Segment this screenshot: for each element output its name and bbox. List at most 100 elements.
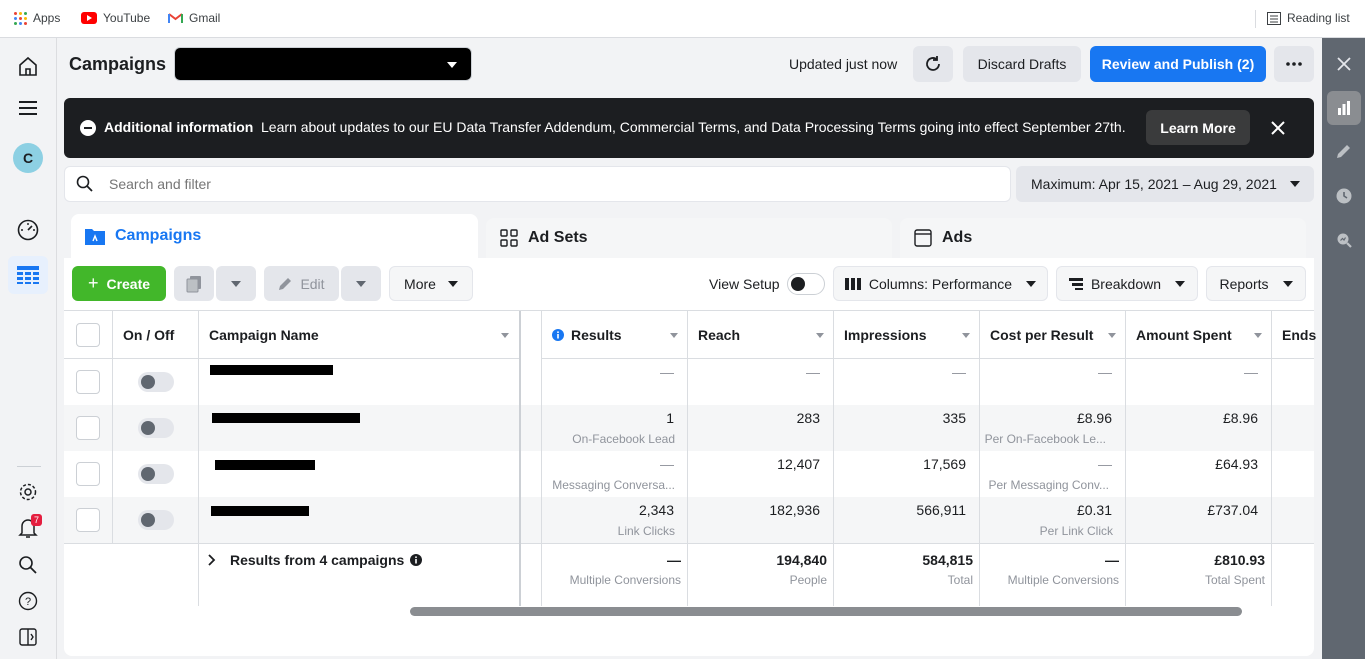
reading-list-label: Reading list <box>1287 11 1350 25</box>
edit-dropdown[interactable] <box>341 266 381 301</box>
divider <box>64 543 1314 544</box>
breakdown-label: Breakdown <box>1090 275 1162 292</box>
duplicate-dropdown[interactable] <box>216 266 256 301</box>
pencil-icon[interactable] <box>1328 135 1360 167</box>
date-range-label: Maximum: Apr 15, 2021 – Aug 29, 2021 <box>1031 176 1277 192</box>
more-button[interactable]: More <box>389 266 473 301</box>
columns-label: Columns: Performance <box>868 275 1013 292</box>
header-campaign-name-label: Campaign Name <box>209 326 319 343</box>
view-setup-toggle[interactable] <box>787 273 825 295</box>
inspect-icon[interactable] <box>1328 224 1360 256</box>
redacted-campaign-name[interactable] <box>211 506 309 516</box>
summary-cost-per-result: — <box>1105 552 1119 568</box>
reading-list-button[interactable]: Reading list <box>1267 11 1350 25</box>
select-all-checkbox[interactable] <box>76 322 100 347</box>
breakdown-button[interactable]: Breakdown <box>1056 266 1198 301</box>
cell-results-sub: Messaging Conversa... <box>552 478 675 492</box>
duplicate-button[interactable] <box>174 266 214 301</box>
cell-impressions: 566,911 <box>916 502 966 518</box>
summary-label: Results from 4 campaigns <box>230 552 405 568</box>
row-checkbox[interactable] <box>76 416 100 440</box>
redacted-campaign-name[interactable] <box>212 413 360 423</box>
header-onoff-label: On / Off <box>123 326 175 343</box>
header-campaign-name[interactable]: Campaign Name <box>199 311 519 359</box>
chevron-down-icon <box>1026 280 1037 287</box>
row-checkbox[interactable] <box>76 462 100 486</box>
chart-icon[interactable] <box>1327 91 1361 125</box>
search-icon[interactable] <box>14 551 42 579</box>
campaign-toggle[interactable] <box>138 372 174 392</box>
header-impressions[interactable]: Impressions <box>834 311 980 359</box>
close-icon[interactable] <box>1271 121 1285 135</box>
ads-manager-nav-item[interactable] <box>8 256 48 294</box>
menu-icon[interactable] <box>14 94 42 122</box>
header-amount-spent[interactable]: Amount Spent <box>1126 311 1272 359</box>
header-results[interactable]: Results <box>542 311 688 359</box>
learn-more-button[interactable]: Learn More <box>1146 110 1250 145</box>
cell-impressions: 335 <box>942 410 966 426</box>
bookmark-youtube[interactable]: YouTube <box>81 11 150 25</box>
reports-label: Reports <box>1219 275 1269 292</box>
cell-results-sub: On-Facebook Lead <box>572 432 675 446</box>
right-side-panel <box>1322 38 1365 659</box>
chevron-down-icon <box>1282 280 1293 287</box>
bookmark-gmail-label: Gmail <box>189 11 221 25</box>
tab-campaigns[interactable]: Campaigns <box>71 214 478 258</box>
redacted-campaign-name[interactable] <box>215 460 315 470</box>
info-icon <box>552 328 564 341</box>
summary-row-toggle[interactable]: Results from 4 campaigns <box>208 552 423 568</box>
cell-cost-per-result-sub: Per Link Click <box>1039 524 1113 538</box>
cell-amount-spent: £737.04 <box>1207 502 1258 518</box>
campaign-toggle[interactable] <box>138 418 174 438</box>
report-problem-icon[interactable] <box>14 623 42 651</box>
search-bar[interactable] <box>64 166 1011 202</box>
account-selector[interactable] <box>174 47 472 81</box>
more-options-button[interactable] <box>1274 46 1314 82</box>
chevron-right-icon <box>208 554 216 566</box>
cell-results: — <box>660 456 674 472</box>
bookmark-youtube-label: YouTube <box>103 11 151 25</box>
summary-reach-sub: People <box>789 573 827 587</box>
bookmark-apps[interactable]: Apps <box>14 11 60 25</box>
header-amount-spent-label: Amount Spent <box>1136 326 1232 343</box>
bookmark-gmail[interactable]: Gmail <box>168 11 220 25</box>
info-banner: Additional information Learn about updat… <box>64 98 1314 158</box>
date-range-selector[interactable]: Maximum: Apr 15, 2021 – Aug 29, 2021 <box>1016 166 1314 202</box>
youtube-icon <box>81 12 97 24</box>
avatar[interactable]: C <box>13 143 43 173</box>
search-icon <box>76 175 93 192</box>
page-title: Campaigns <box>69 54 167 74</box>
home-icon[interactable] <box>14 52 42 80</box>
close-panel-icon[interactable] <box>1328 48 1360 80</box>
search-input[interactable] <box>109 173 989 195</box>
plus-icon: + <box>87 273 99 293</box>
create-button[interactable]: + Create <box>72 266 166 301</box>
columns-button[interactable]: Columns: Performance <box>833 266 1048 301</box>
tab-adsets[interactable]: Ad Sets <box>486 218 892 258</box>
cell-cost-per-result-sub: Per Messaging Conv... <box>988 478 1110 492</box>
refresh-button[interactable] <box>913 46 953 82</box>
reports-button[interactable]: Reports <box>1206 266 1306 301</box>
row-checkbox[interactable] <box>76 508 100 532</box>
sort-icon <box>501 333 509 338</box>
header-cost-per-result[interactable]: Cost per Result <box>980 311 1126 359</box>
discard-drafts-button[interactable]: Discard Drafts <box>963 46 1081 82</box>
sort-icon <box>670 333 678 338</box>
header-ends[interactable]: Ends <box>1272 311 1316 359</box>
campaign-toggle[interactable] <box>138 510 174 530</box>
edit-button[interactable]: Edit <box>264 266 339 301</box>
settings-icon[interactable] <box>14 478 42 506</box>
help-icon[interactable]: ? <box>14 587 42 615</box>
horizontal-scrollbar[interactable] <box>410 607 1242 616</box>
tab-ads[interactable]: Ads <box>900 218 1306 258</box>
header-reach[interactable]: Reach <box>688 311 834 359</box>
notifications-icon[interactable]: 7 <box>14 514 43 542</box>
clock-icon[interactable] <box>1328 180 1360 212</box>
updated-status: Updated just now <box>789 56 898 72</box>
row-checkbox[interactable] <box>76 370 100 394</box>
review-publish-button[interactable]: Review and Publish (2) <box>1090 46 1266 82</box>
dashboard-icon[interactable] <box>14 216 42 244</box>
folder-icon <box>85 229 105 245</box>
campaign-toggle[interactable] <box>138 464 174 484</box>
redacted-campaign-name[interactable] <box>210 365 333 375</box>
